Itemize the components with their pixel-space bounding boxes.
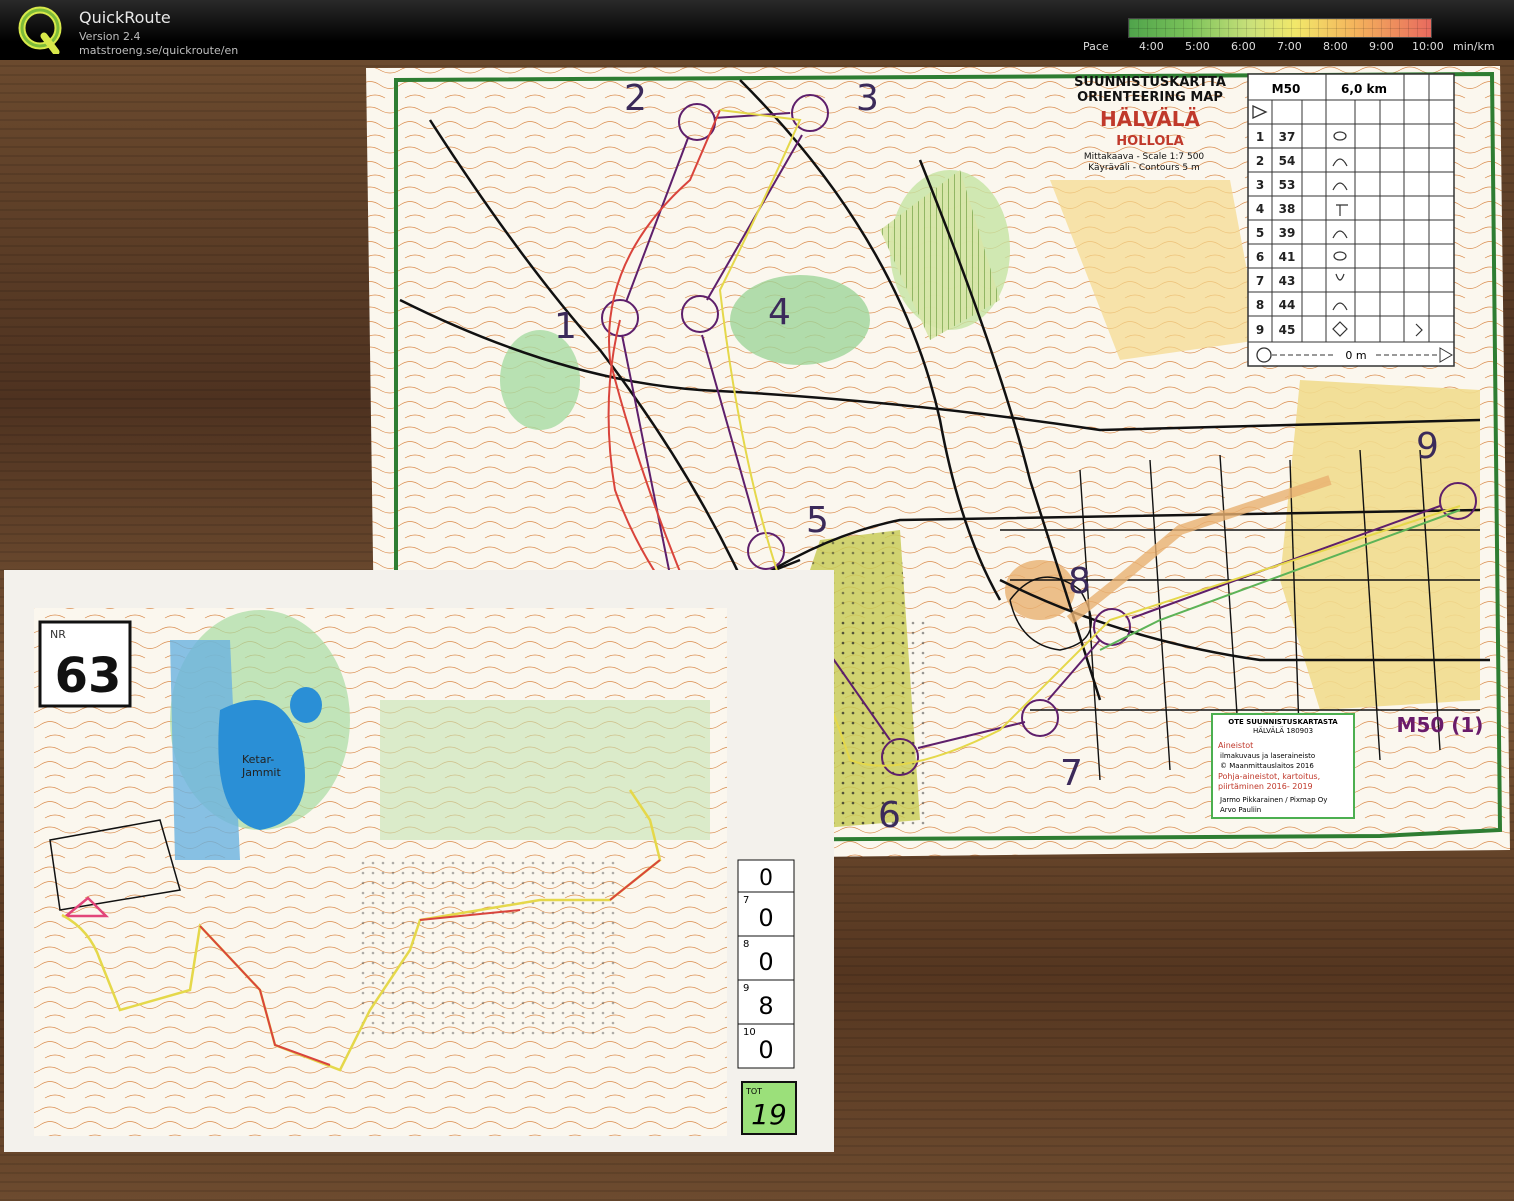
map-credits-box: OTE SUUNNISTUSKARTASTA HÄLVÄLÄ 180903 Ai…: [1211, 713, 1355, 819]
desc-row-number: 5: [1256, 226, 1264, 240]
app-header: QuickRoute Version 2.4 matstroeng.se/qui…: [0, 0, 1514, 60]
desc-row-number: 2: [1256, 154, 1264, 168]
control-description-table: M50 6,0 km 1 37 2 54 3 53 4 38 5 39 6 41…: [1247, 73, 1455, 367]
credits-line: Pohja-aineistot, kartoitus,: [1218, 772, 1320, 781]
control-number: 2: [624, 78, 647, 119]
pace-color-scale: [1128, 18, 1432, 38]
score-value: 0: [758, 904, 773, 932]
desc-row-code: 44: [1279, 298, 1296, 312]
desc-row-code: 38: [1279, 202, 1296, 216]
map-title-line2: ORIENTEERING MAP: [1077, 90, 1223, 105]
quickroute-logo-icon: [18, 6, 62, 54]
total-label: TOT: [745, 1087, 762, 1096]
pace-tick: 10:00: [1412, 40, 1444, 53]
credits-header-2: HÄLVÄLÄ 180903: [1253, 726, 1313, 735]
pace-tick: 4:00: [1139, 40, 1164, 53]
credits-line: Arvo Pauliin: [1220, 806, 1261, 814]
score-row-number: 9: [743, 983, 749, 994]
desc-row-code: 41: [1279, 250, 1296, 264]
svg-text:0: 0: [759, 866, 773, 891]
pace-tick: 8:00: [1323, 40, 1348, 53]
control-number: 4: [768, 292, 791, 333]
control-number: 8: [1068, 561, 1091, 602]
credits-sources: Aineistot: [1218, 741, 1253, 750]
pace-tick: 9:00: [1369, 40, 1394, 53]
pace-label: Pace: [1083, 40, 1109, 53]
credits-line: piirtäminen 2016- 2019: [1218, 782, 1313, 791]
desc-row-code: 39: [1279, 226, 1296, 240]
control-number: 7: [1060, 753, 1083, 794]
desc-row-number: 3: [1256, 178, 1264, 192]
map-title-line1: SUUNNISTUSKARTTA: [1074, 75, 1226, 90]
credits-header: OTE SUUNNISTUSKARTASTA: [1228, 718, 1338, 726]
map-municipality: HOLLOLA: [1116, 134, 1183, 149]
score-value: 0: [758, 1036, 773, 1064]
bib-number: 63: [55, 648, 122, 704]
second-map-paper: Ketar- Jammit NR 63 0 7 0 8 0 9 8 10 0 T…: [4, 570, 834, 1152]
control-number: 1: [554, 306, 577, 347]
score-row-number: 10: [743, 1027, 756, 1038]
map-canvas[interactable]: SUUNNISTUSKARTTA ORIENTEERING MAP HÄLVÄL…: [0, 60, 1514, 1201]
score-row-number: 8: [743, 939, 749, 950]
map-viewport[interactable]: SUUNNISTUSKARTTA ORIENTEERING MAP HÄLVÄL…: [0, 60, 1514, 1201]
pace-tick: 5:00: [1185, 40, 1210, 53]
control-number: 6: [878, 795, 901, 836]
control-number: 5: [806, 500, 829, 541]
map-scale: Mittakaava - Scale 1:7 500: [1084, 152, 1205, 162]
desc-row-code: 45: [1279, 323, 1296, 337]
app-title: QuickRoute: [79, 8, 171, 27]
pace-tick: 6:00: [1231, 40, 1256, 53]
desc-row-number: 6: [1256, 250, 1264, 264]
lake-label-2: Jammit: [241, 766, 281, 779]
pace-unit: min/km: [1453, 40, 1495, 53]
desc-row-code: 37: [1279, 130, 1296, 144]
credits-line: © Maanmittauslaitos 2016: [1220, 762, 1314, 770]
score-value: 0: [758, 948, 773, 976]
desc-row-number: 8: [1256, 298, 1264, 312]
map-course-label: M50 (1): [1397, 713, 1484, 737]
desc-row-code: 54: [1279, 154, 1296, 168]
score-value: 8: [758, 992, 773, 1020]
lake-label: Ketar-: [242, 753, 274, 766]
score-row-number: 7: [743, 895, 749, 906]
map-contours: Käyräväli - Contours 5 m: [1088, 163, 1199, 173]
score-card: 0 7 0 8 0 9 8 10 0 TOT 19: [737, 859, 797, 1135]
map-area-name: HÄLVÄLÄ: [1100, 107, 1201, 131]
control-number: 9: [1416, 426, 1439, 467]
credits-line: Jarmo Pikkarainen / Pixmap Oy: [1219, 796, 1327, 804]
desc-row-code: 53: [1279, 178, 1296, 192]
desc-row-number: 4: [1256, 202, 1264, 216]
app-url-link[interactable]: matstroeng.se/quickroute/en: [79, 44, 238, 57]
total-value: 19: [751, 1098, 787, 1131]
desc-finish-distance: 0 m: [1345, 349, 1366, 362]
desc-row-number: 9: [1256, 323, 1264, 337]
app-version: Version 2.4: [79, 30, 141, 43]
bib-label: NR: [50, 628, 66, 641]
desc-row-number: 1: [1256, 130, 1264, 144]
pace-tick: 7:00: [1277, 40, 1302, 53]
desc-length: 6,0 km: [1341, 82, 1387, 96]
desc-row-number: 7: [1256, 274, 1264, 288]
credits-line: ilmakuvaus ja laseraineisto: [1220, 752, 1315, 760]
control-number: 3: [856, 78, 879, 119]
desc-row-code: 43: [1279, 274, 1296, 288]
desc-course: M50: [1272, 82, 1301, 96]
